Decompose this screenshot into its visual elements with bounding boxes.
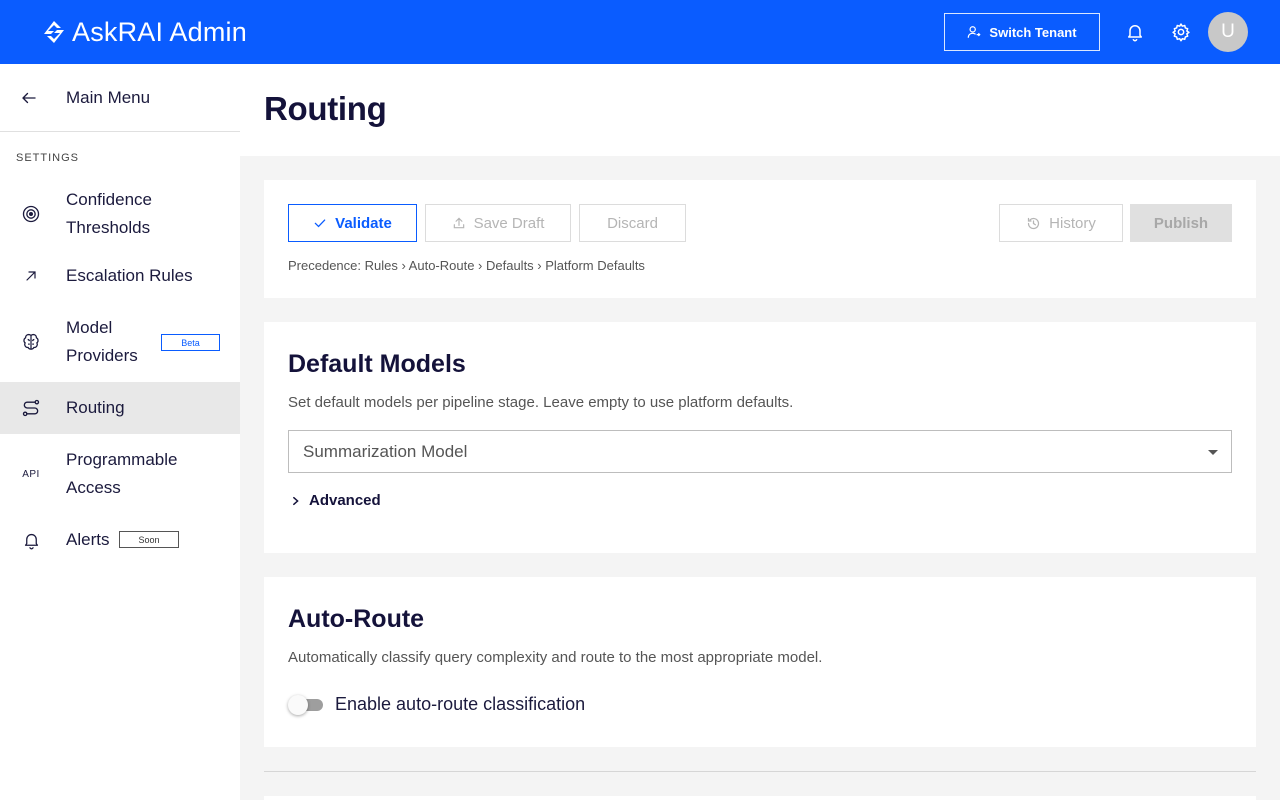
caret-down-icon (1208, 450, 1218, 455)
arrow-up-right-icon (20, 268, 42, 284)
summarization-model-select[interactable]: Summarization Model (288, 430, 1232, 473)
sidebar-item-escalation-rules[interactable]: Escalation Rules (0, 250, 240, 302)
settings-nav: Confidence Thresholds Escalation Rules M… (0, 178, 240, 566)
avatar-initial: U (1221, 21, 1235, 42)
settings-section-label: SETTINGS (16, 152, 80, 164)
beta-badge: Beta (161, 334, 220, 351)
discard-button[interactable]: Discard (579, 204, 686, 242)
upload-icon (453, 217, 464, 229)
chevron-right-icon (293, 496, 299, 505)
sidebar-item-label: Confidence Thresholds (66, 190, 153, 237)
toolbar-card: Validate Save Draft Discard History Publ… (264, 180, 1256, 298)
brain-icon (20, 332, 42, 352)
bell-icon (1128, 25, 1142, 42)
app-title: AskRAI Admin (72, 16, 247, 47)
page-title: Routing (264, 90, 387, 127)
brand-logo-icon (44, 21, 64, 43)
history-button[interactable]: History (999, 204, 1123, 242)
auto-route-title: Auto-Route (288, 605, 425, 633)
switch-tenant-button[interactable]: Switch Tenant (944, 13, 1100, 51)
discard-label: Discard (607, 214, 658, 232)
sidebar-item-alerts[interactable]: Alerts Soon (0, 514, 240, 566)
save-draft-button[interactable]: Save Draft (425, 204, 571, 242)
switch-knob (288, 694, 308, 715)
sidebar-item-programmable-access[interactable]: API Programmable Access (0, 434, 240, 514)
gear-icon (1172, 23, 1190, 42)
precedence-breadcrumb: Precedence: Rules › Auto-Route › Default… (288, 258, 645, 273)
main-menu-label: Main Menu (66, 87, 151, 107)
sidebar: Main Menu SETTINGS Confidence Thresholds… (0, 64, 240, 800)
auto-route-description: Automatically classify query complexity … (288, 649, 823, 666)
history-icon (1028, 217, 1040, 229)
history-label: History (1049, 214, 1096, 232)
section-divider (264, 771, 1256, 772)
api-icon: API (22, 468, 40, 480)
user-switch-icon (968, 26, 981, 38)
auto-route-card: Auto-Route Automatically classify query … (264, 577, 1256, 747)
validate-button[interactable]: Validate (288, 204, 417, 242)
save-draft-label: Save Draft (473, 214, 545, 232)
sidebar-item-label: Routing (66, 398, 125, 417)
page-header: Routing (240, 64, 1280, 156)
sidebar-item-label: Alerts (66, 530, 110, 549)
main-menu-link[interactable]: Main Menu (0, 64, 240, 132)
publish-label: Publish (1153, 214, 1209, 232)
next-card (264, 796, 1256, 800)
target-icon (20, 204, 42, 224)
sidebar-item-confidence-thresholds[interactable]: Confidence Thresholds (0, 178, 240, 250)
user-avatar[interactable]: U (1208, 12, 1248, 52)
default-models-card: Default Models Set default models per pi… (264, 322, 1256, 553)
select-placeholder: Summarization Model (303, 441, 468, 461)
auto-route-switch[interactable] (288, 694, 324, 715)
check-icon (314, 219, 326, 228)
settings-button[interactable] (1169, 20, 1193, 44)
soon-badge: Soon (119, 531, 179, 548)
auto-route-toggle-label: Enable auto-route classification (335, 694, 586, 714)
sidebar-item-label: Model Providers (66, 318, 138, 365)
sidebar-item-label: Programmable Access (66, 450, 178, 497)
auto-route-toggle-row[interactable]: Enable auto-route classification (288, 694, 585, 715)
sidebar-item-routing[interactable]: Routing (0, 382, 240, 434)
switch-tenant-label: Switch Tenant (989, 24, 1077, 40)
brand[interactable]: AskRAI Admin (42, 17, 247, 48)
validate-label: Validate (335, 214, 392, 232)
publish-button[interactable]: Publish (1130, 204, 1232, 242)
arrow-left-icon (20, 89, 42, 107)
top-bar: AskRAI Admin Switch Tenant U (0, 0, 1280, 64)
notifications-button[interactable] (1123, 20, 1147, 44)
sidebar-item-label: Escalation Rules (66, 266, 193, 285)
sidebar-item-model-providers[interactable]: Model Providers Beta (0, 302, 240, 382)
bell-icon (20, 531, 42, 550)
advanced-label: Advanced (309, 492, 381, 509)
default-models-description: Set default models per pipeline stage. L… (288, 394, 794, 411)
default-models-title: Default Models (288, 350, 466, 378)
advanced-toggle[interactable]: Advanced (291, 492, 381, 509)
route-icon (20, 398, 42, 418)
